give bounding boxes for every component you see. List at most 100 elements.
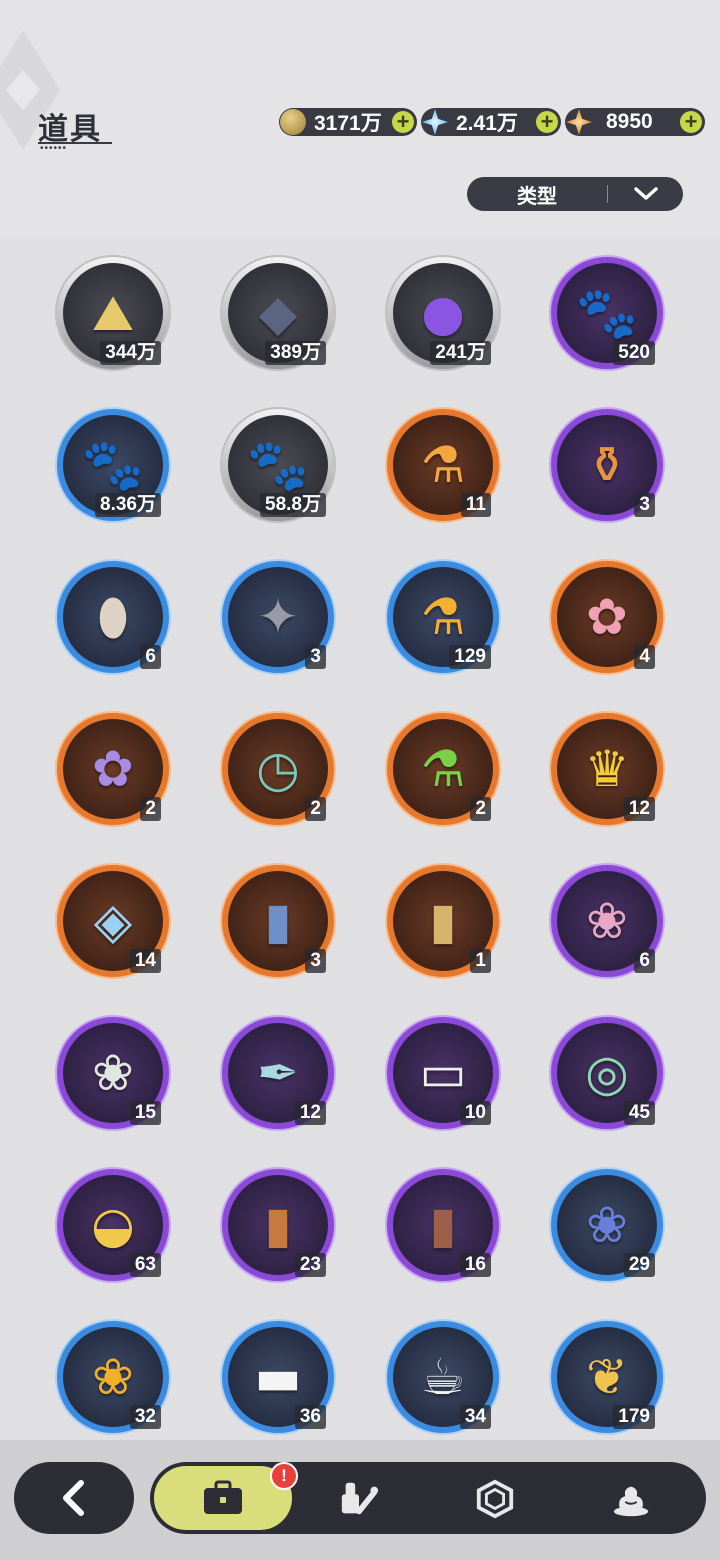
item-slot[interactable]: ▬ 36 [220, 1319, 336, 1435]
item-slot[interactable]: 🐾 58.8万 [220, 407, 336, 523]
item-slot[interactable]: 🐾 8.36万 [55, 407, 171, 523]
item-count: 10 [459, 1101, 491, 1125]
type-filter-dropdown[interactable]: 类型 [467, 177, 683, 211]
item-count: 3 [305, 645, 326, 669]
gold-coin-icon [280, 109, 306, 135]
item-count: 14 [129, 949, 161, 973]
blossom-bouquet-icon: ❀ [586, 892, 628, 950]
item-slot[interactable]: ⛰ 344万 [55, 255, 171, 371]
back-button[interactable] [14, 1462, 134, 1534]
item-slot[interactable]: ✿ 2 [55, 711, 171, 827]
currency-star: 8950 + [565, 108, 705, 136]
item-slot[interactable]: ❦ 179 [549, 1319, 665, 1435]
item-slot[interactable]: ✦ 3 [220, 559, 336, 675]
item-slot[interactable]: ♛ 12 [549, 711, 665, 827]
item-slot[interactable]: ◷ 2 [220, 711, 336, 827]
item-count: 29 [623, 1253, 655, 1277]
item-count: 520 [613, 341, 655, 365]
item-slot[interactable]: ⚗ 129 [385, 559, 501, 675]
bag-icon [204, 1480, 242, 1514]
item-grid-panel[interactable]: ⛰ 344万 ◆ 389万 ● 241万 🐾 520 🐾 8.36万 🐾 58.8万 ⚗ 11 ⚱ 3 ⬮ 6 ✦ 3… [0, 238, 720, 1440]
item-count: 34 [459, 1405, 491, 1429]
gold-sand-icon: ⛰ [92, 283, 134, 342]
dark-crystal-icon: ◆ [258, 284, 298, 342]
item-count: 36 [294, 1405, 326, 1429]
item-slot[interactable]: ◈ 14 [55, 863, 171, 979]
orange-potion-icon: ⚱ [586, 436, 628, 494]
currency-gold: 3171万 + [279, 108, 417, 136]
item-count: 32 [129, 1405, 161, 1429]
item-slot[interactable]: ✒ 12 [220, 1015, 336, 1131]
item-slot[interactable]: ❀ 29 [549, 1167, 665, 1283]
orange-star-icon [566, 109, 592, 135]
item-count: 23 [294, 1253, 326, 1277]
item-slot[interactable]: ☕ 34 [385, 1319, 501, 1435]
item-slot[interactable]: ▮ 16 [385, 1167, 501, 1283]
item-slot[interactable]: ◆ 389万 [220, 255, 336, 371]
item-count: 15 [129, 1101, 161, 1125]
diamond-gift-icon: ◈ [93, 892, 133, 950]
add-star-button[interactable]: + [680, 111, 702, 133]
item-slot[interactable]: 🐾 520 [549, 255, 665, 371]
item-slot[interactable]: ▭ 10 [385, 1015, 501, 1131]
vial-icon: ⚗ [420, 588, 466, 646]
tab-gems[interactable] [474, 1478, 516, 1520]
currency-gold-value: 3171万 [314, 112, 382, 135]
item-count: 6 [634, 949, 655, 973]
golden-leaf-icon: ❦ [586, 1348, 628, 1406]
item-count: 129 [449, 645, 491, 669]
notification-badge: ! [270, 1462, 298, 1490]
item-slot[interactable]: ▮ 23 [220, 1167, 336, 1283]
item-count: 63 [129, 1253, 161, 1277]
item-count: 16 [459, 1253, 491, 1277]
item-count: 3 [305, 949, 326, 973]
title-dots: •••••• [40, 143, 68, 154]
item-count: 6 [140, 645, 161, 669]
item-slot[interactable]: ❀ 32 [55, 1319, 171, 1435]
teacup-icon: ☕ [420, 1348, 466, 1406]
purple-bouquet-icon: ✿ [92, 740, 134, 798]
item-slot[interactable]: ▮ 1 [385, 863, 501, 979]
currency-star-value: 8950 [606, 110, 653, 133]
item-slot[interactable]: ◒ 63 [55, 1167, 171, 1283]
jade-pendant-icon: ◎ [585, 1044, 629, 1102]
pink-food-bag-icon: 🐾 [575, 283, 639, 342]
towel-icon: ▬ [254, 1348, 302, 1406]
item-slot[interactable]: ⚗ 11 [385, 407, 501, 523]
item-count: 58.8万 [260, 493, 326, 517]
item-slot[interactable]: ◎ 45 [549, 1015, 665, 1131]
item-slot[interactable]: ⚗ 2 [385, 711, 501, 827]
item-count: 2 [470, 797, 491, 821]
leather-book-icon: ▮ [429, 1196, 457, 1254]
item-count: 344万 [100, 341, 161, 365]
pink-bouquet-icon: ✿ [586, 588, 628, 646]
item-slot[interactable]: ⬮ 6 [55, 559, 171, 675]
item-count: 3 [634, 493, 655, 517]
chevron-left-icon [63, 1480, 84, 1516]
item-slot[interactable]: ▮ 3 [220, 863, 336, 979]
crystal-star-icon [422, 109, 448, 135]
add-crystal-button[interactable]: + [536, 111, 558, 133]
tab-tools[interactable] [338, 1478, 380, 1520]
item-slot[interactable]: ❀ 6 [549, 863, 665, 979]
item-slot[interactable]: ✿ 4 [549, 559, 665, 675]
item-count: 12 [623, 797, 655, 821]
dessert-icon [613, 1486, 649, 1517]
add-gold-button[interactable]: + [392, 111, 414, 133]
blue-food-bag-icon: 🐾 [81, 435, 145, 494]
green-potion-icon: ⚗ [420, 740, 466, 798]
item-count: 4 [634, 645, 655, 669]
gold-ingot-icon: ◒ [91, 1196, 135, 1254]
item-count: 12 [294, 1101, 326, 1125]
item-slot[interactable]: ● 241万 [385, 255, 501, 371]
item-count: 241万 [430, 341, 491, 365]
item-slot[interactable]: ❀ 15 [55, 1015, 171, 1131]
tools-icon [341, 1482, 379, 1515]
tab-dessert[interactable] [610, 1478, 652, 1520]
filter-label: 类型 [517, 185, 557, 208]
purple-orb-icon: ● [421, 284, 465, 342]
item-count: 11 [460, 493, 491, 517]
feather-bundle-icon: ✦ [257, 588, 299, 646]
item-slot[interactable]: ⚱ 3 [549, 407, 665, 523]
item-count: 8.36万 [95, 493, 161, 517]
